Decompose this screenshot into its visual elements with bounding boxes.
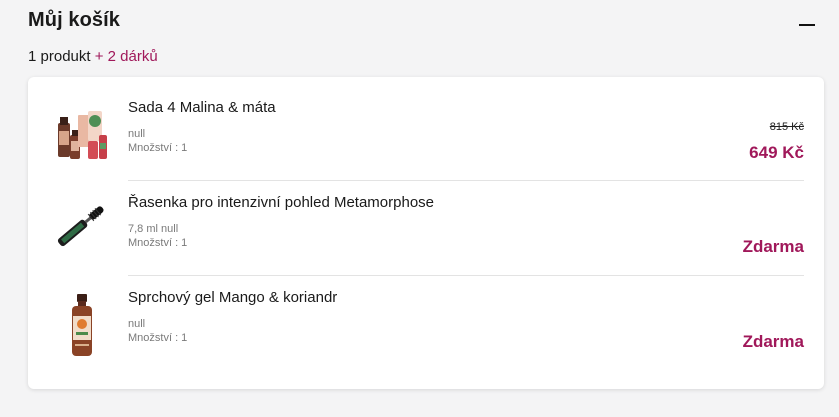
cart-items-card: Sada 4 Malina & máta null Množství : 1 8… bbox=[28, 77, 824, 389]
product-quantity: Množství : 1 bbox=[128, 142, 188, 154]
product-name[interactable]: Řasenka pro intenzivní pohled Metamorpho… bbox=[128, 193, 434, 213]
product-price: Zdarma bbox=[742, 332, 804, 351]
cart-summary: 1 produkt + 2 dárků bbox=[28, 48, 158, 66]
original-price: 815 Kč bbox=[769, 121, 804, 133]
product-count: 1 produkt bbox=[28, 48, 91, 65]
product-quantity: Množství : 1 bbox=[128, 332, 188, 344]
cart-item: Sada 4 Malina & máta null Množství : 1 8… bbox=[28, 77, 824, 172]
product-price: 649 Kč bbox=[749, 143, 804, 162]
product-quantity: Množství : 1 bbox=[128, 237, 188, 249]
product-image-gift-set[interactable] bbox=[48, 97, 116, 165]
product-image-shower-gel[interactable] bbox=[48, 292, 116, 360]
gift-count: + 2 dárků bbox=[94, 48, 158, 65]
product-price: Zdarma bbox=[742, 237, 804, 256]
product-variant: 7,8 ml null bbox=[128, 223, 179, 235]
cart-item: Sprchový gel Mango & koriandr null Množs… bbox=[28, 276, 824, 371]
cart-title: Můj košík bbox=[28, 9, 121, 31]
cart-header: Můj košík bbox=[28, 8, 819, 32]
product-variant: null bbox=[128, 128, 146, 140]
product-name[interactable]: Sada 4 Malina & máta bbox=[128, 98, 276, 118]
product-variant: null bbox=[128, 318, 146, 330]
product-image-mascara[interactable] bbox=[48, 193, 116, 261]
cart-item: Řasenka pro intenzivní pohled Metamorpho… bbox=[28, 181, 824, 276]
minus-icon[interactable] bbox=[799, 24, 815, 26]
product-name[interactable]: Sprchový gel Mango & koriandr bbox=[128, 288, 337, 308]
